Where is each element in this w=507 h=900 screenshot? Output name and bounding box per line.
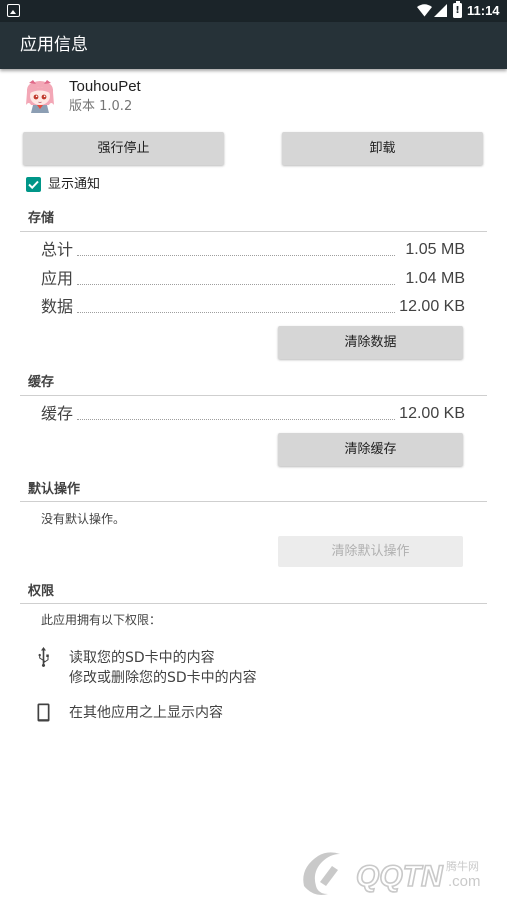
show-notifications-checkbox[interactable] xyxy=(26,177,41,192)
dotted-leader xyxy=(77,312,395,313)
app-header: TouhouPet 版本 1.0.2 xyxy=(0,75,507,120)
storage-row-label: 数据 xyxy=(41,296,76,318)
signal-icon xyxy=(434,4,447,17)
phone-icon xyxy=(37,703,50,722)
permissions-intro: 此应用拥有以下权限： xyxy=(41,613,162,627)
watermark-text-large: QQTN xyxy=(356,860,444,893)
permission-sd-modify: 修改或删除您的SD卡中的内容 xyxy=(69,670,257,686)
notification-icon xyxy=(7,4,20,17)
dotted-leader xyxy=(77,255,395,256)
app-bar: 应用信息 xyxy=(0,22,507,69)
status-time: 11:14 xyxy=(467,3,500,18)
cache-header: 缓存 xyxy=(28,375,55,390)
battery-alert-icon xyxy=(453,1,462,18)
checkmark-icon xyxy=(28,180,39,190)
storage-row-value: 1.05 MB xyxy=(403,239,465,261)
clear-defaults-button: 清除默认操作 xyxy=(278,536,463,567)
svg-text:.com: .com xyxy=(448,873,481,890)
wifi-icon xyxy=(417,4,432,17)
uninstall-button[interactable]: 卸载 xyxy=(282,132,483,165)
permission-overlay: 在其他应用之上显示内容 xyxy=(69,705,223,721)
app-icon xyxy=(26,80,54,113)
storage-row-label: 总计 xyxy=(41,239,76,261)
cache-row-value: 12.00 KB xyxy=(397,403,465,425)
app-name: TouhouPet xyxy=(69,78,141,95)
status-bar: 11:14 xyxy=(0,0,507,22)
dotted-leader xyxy=(77,284,395,285)
cache-row: 缓存 12.00 KB xyxy=(41,403,465,425)
dotted-leader xyxy=(77,419,395,420)
storage-row-value: 12.00 KB xyxy=(397,296,465,318)
permissions-divider xyxy=(20,603,487,604)
storage-divider xyxy=(20,231,487,232)
usb-icon xyxy=(38,647,49,667)
app-version: 版本 1.0.2 xyxy=(69,99,133,114)
clear-cache-button[interactable]: 清除缓存 xyxy=(278,433,463,466)
force-stop-button[interactable]: 强行停止 xyxy=(23,132,224,165)
no-defaults-message: 没有默认操作。 xyxy=(41,512,126,526)
storage-row-total: 总计 1.05 MB xyxy=(41,239,465,261)
storage-row-label: 应用 xyxy=(41,268,76,290)
defaults-header: 默认操作 xyxy=(28,482,81,497)
storage-row-value: 1.04 MB xyxy=(403,268,465,290)
clear-data-button[interactable]: 清除数据 xyxy=(278,326,463,359)
storage-row-app: 应用 1.04 MB xyxy=(41,268,465,290)
permission-sd-read: 读取您的SD卡中的内容 xyxy=(69,650,215,666)
cache-row-label: 缓存 xyxy=(41,403,76,425)
storage-row-data: 数据 12.00 KB xyxy=(41,296,465,318)
defaults-divider xyxy=(20,501,487,502)
page-title: 应用信息 xyxy=(20,35,88,55)
watermark-logo: QQTN .com 腾牛网 xyxy=(303,852,481,895)
show-notifications-label: 显示通知 xyxy=(48,177,101,192)
permissions-header: 权限 xyxy=(28,584,55,599)
storage-header: 存储 xyxy=(28,211,55,226)
cache-divider xyxy=(20,395,487,396)
watermark-text-small: 腾牛网 xyxy=(446,859,479,873)
